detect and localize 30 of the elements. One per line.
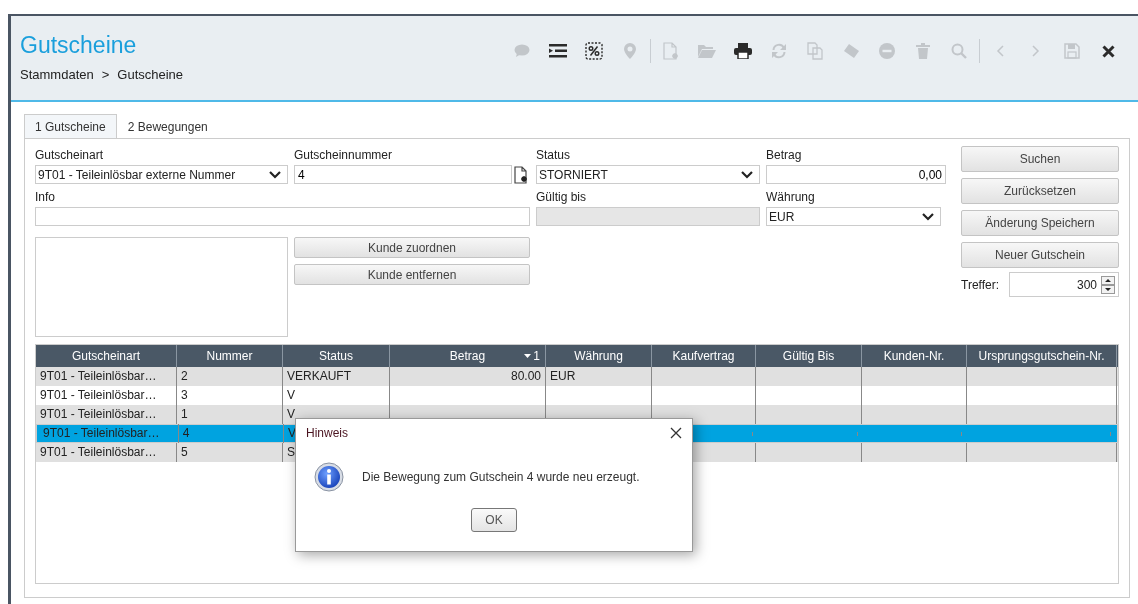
hits-label: Treffer: (961, 277, 999, 292)
table-cell: 9T01 - Teileinlösbar… (40, 388, 157, 402)
sort-order: 1 (533, 349, 540, 363)
field-label: Gutscheinart (35, 147, 105, 164)
field-label: Gutscheinnummer (294, 147, 394, 164)
field-label: Gültig bis (536, 189, 588, 206)
table-cell: 5 (181, 445, 188, 459)
table-cell: 9T01 - Teileinlösbar… (40, 369, 157, 383)
table-cell: EUR (550, 369, 576, 383)
table-cell: 9T01 - Teileinlösbar… (40, 445, 157, 459)
dialog-message: Die Bewegung zum Gutschein 4 wurde neu erzeugt. (362, 470, 640, 484)
page-title: Gutscheine (20, 32, 138, 58)
table-cell: V (287, 407, 295, 421)
table-cell: 4 (182, 426, 190, 440)
table-cell: 9T01 - Teileinlösbar… (43, 426, 160, 440)
table-cell: V (287, 388, 295, 402)
field-label: Währung (766, 189, 816, 206)
table-cell: 2 (181, 369, 188, 383)
table-cell: 80.00 (510, 369, 541, 383)
table-cell: 1 (181, 407, 188, 421)
field-label: Status (536, 147, 572, 164)
table-cell: 9T01 - Teileinlösbar… (40, 407, 157, 421)
table-cell: S (287, 445, 295, 459)
table-cell: V (287, 426, 296, 440)
dialog-title: Hinweis (306, 426, 348, 440)
table-cell: VERKAUFT (287, 369, 351, 383)
table-cell: 3 (181, 388, 188, 402)
breadcrumb-separator: > (101, 67, 110, 82)
field-label: Info (35, 189, 56, 206)
field-label: Betrag (766, 147, 803, 164)
